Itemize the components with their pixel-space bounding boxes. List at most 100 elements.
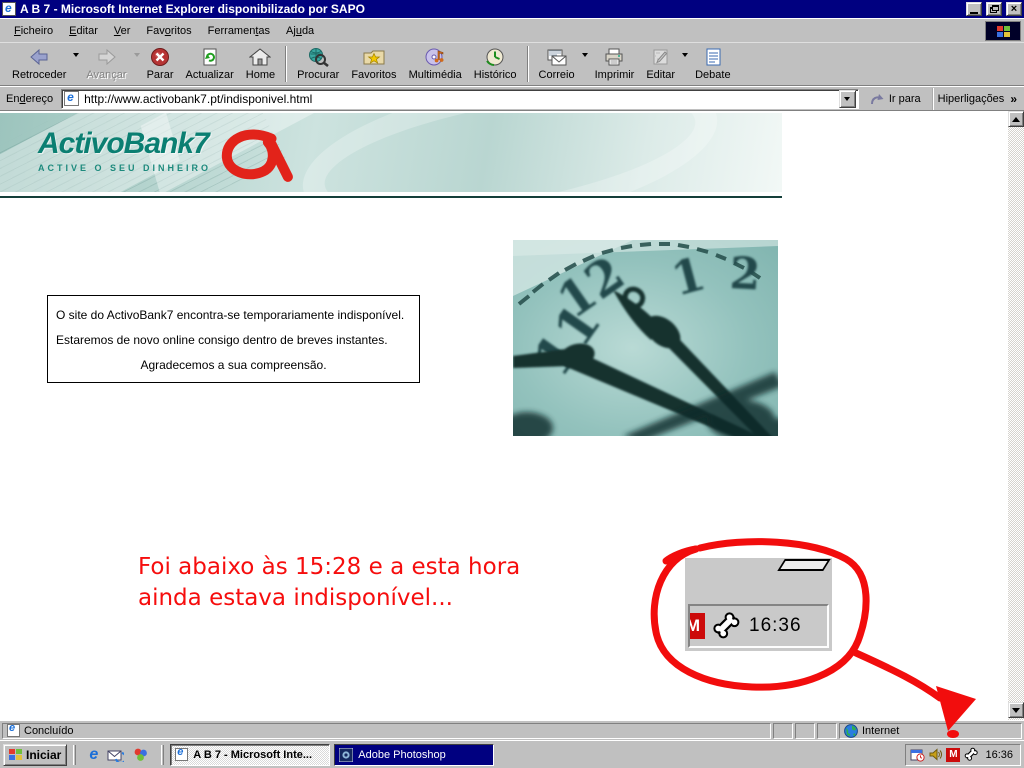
activobank-banner: ActivoBank7 ACTIVE O SEU DINHEIRO bbox=[0, 113, 782, 192]
notice-line-3: Agradecemos a sua compreensão. bbox=[140, 358, 327, 372]
standard-toolbar: Retroceder Avançar Parar Actualizar Home… bbox=[0, 42, 1024, 86]
quick-launch: e bbox=[82, 746, 155, 762]
stop-button[interactable]: Parar bbox=[141, 44, 180, 84]
go-icon bbox=[870, 93, 884, 104]
system-tray: M 16:36 bbox=[905, 743, 1021, 766]
status-pane bbox=[773, 722, 793, 739]
activobank-logo: ActivoBank7 ACTIVE O SEU DINHEIRO bbox=[38, 127, 297, 183]
page-icon: e bbox=[64, 90, 80, 106]
scroll-up-button[interactable] bbox=[1008, 111, 1024, 127]
forward-icon bbox=[98, 48, 116, 66]
task-button-photoshop[interactable]: Adobe Photoshop bbox=[334, 743, 495, 766]
pasted-tray-screenshot: M 16:36 bbox=[685, 558, 832, 651]
taskbar: Iniciar e e A B 7 - Microsoft Inte... Ad… bbox=[0, 740, 1024, 768]
edit-icon bbox=[653, 49, 668, 65]
task-scheduler-icon[interactable] bbox=[910, 748, 926, 762]
status-zone-pane: Internet bbox=[839, 722, 1022, 739]
brand-swoosh-icon bbox=[221, 129, 293, 182]
ie-quicklaunch-icon[interactable]: e bbox=[89, 746, 98, 762]
links-bar[interactable]: Hiperligações » bbox=[931, 87, 1021, 110]
menu-bar: Ficheiro Editar Ver Favoritos Ferramenta… bbox=[0, 18, 1024, 42]
menu-ver[interactable]: Ver bbox=[106, 21, 139, 41]
scroll-down-icon bbox=[1012, 707, 1020, 713]
close-button[interactable]: × bbox=[1006, 2, 1022, 16]
search-icon bbox=[309, 48, 330, 67]
discuss-button[interactable]: Debate bbox=[689, 44, 736, 84]
status-message-pane: e Concluído bbox=[2, 722, 771, 739]
msn-icon[interactable] bbox=[133, 747, 148, 762]
toolbar-separator bbox=[526, 46, 529, 82]
favorites-button[interactable]: Favoritos bbox=[345, 44, 402, 84]
notice-line-1: O site do ActivoBank7 encontra-se tempor… bbox=[56, 308, 405, 322]
screenshot-time: 16:36 bbox=[749, 615, 802, 636]
ie-document-icon: e bbox=[2, 1, 16, 16]
favorites-icon bbox=[363, 50, 385, 65]
photoshop-icon bbox=[339, 747, 354, 762]
mail-button[interactable]: Correio bbox=[533, 44, 581, 84]
address-bar: Endereço e http://www.activobank7.pt/ind… bbox=[0, 86, 1024, 111]
bone-tray-icon[interactable] bbox=[964, 747, 979, 762]
tray-clock: 16:36 bbox=[985, 748, 1013, 761]
edit-button[interactable]: Editar bbox=[640, 44, 681, 84]
taskbar-grip[interactable] bbox=[73, 744, 77, 765]
bone-icon bbox=[713, 612, 740, 639]
scroll-up-icon bbox=[1012, 116, 1020, 122]
antivirus-m-tray-icon[interactable]: M bbox=[946, 747, 961, 762]
menu-favoritos[interactable]: Favoritos bbox=[138, 21, 199, 41]
notice-line-2: Estaremos de novo online consigo dentro … bbox=[56, 333, 388, 347]
print-icon bbox=[605, 48, 623, 66]
history-button[interactable]: Histórico bbox=[468, 44, 523, 84]
vertical-scrollbar[interactable] bbox=[1008, 111, 1024, 720]
scroll-down-button[interactable] bbox=[1008, 702, 1024, 718]
start-button[interactable]: Iniciar bbox=[3, 743, 68, 766]
back-dropdown[interactable] bbox=[72, 53, 80, 57]
annotation-line-2: ainda estava indisponível... bbox=[138, 585, 453, 611]
antivirus-m-icon: M bbox=[690, 613, 705, 639]
print-button[interactable]: Imprimir bbox=[589, 44, 641, 84]
desktop: e A B 7 - Microsoft Internet Explorer di… bbox=[0, 0, 1024, 768]
address-label: Endereço bbox=[6, 92, 54, 105]
clock-photo: 11 12 1 2 bbox=[513, 240, 778, 436]
menu-editar[interactable]: Editar bbox=[61, 21, 106, 41]
annotation-line-1: Foi abaixo às 15:28 e a esta hora bbox=[138, 554, 521, 580]
media-button[interactable]: Multimédia bbox=[403, 44, 468, 84]
edit-dropdown[interactable] bbox=[681, 53, 689, 57]
status-pane bbox=[817, 722, 837, 739]
discuss-icon bbox=[706, 48, 721, 66]
home-button[interactable]: Home bbox=[240, 44, 281, 84]
media-icon bbox=[425, 48, 444, 66]
menu-ferramentas[interactable]: Ferramentas bbox=[200, 21, 278, 41]
forward-button[interactable]: Avançar bbox=[80, 44, 132, 84]
address-dropdown[interactable] bbox=[838, 89, 856, 108]
history-icon bbox=[486, 48, 504, 66]
address-input[interactable]: e http://www.activobank7.pt/indisponivel… bbox=[61, 88, 859, 109]
toolbar-separator bbox=[285, 46, 288, 82]
forward-dropdown[interactable] bbox=[133, 53, 141, 57]
go-button[interactable]: Ir para bbox=[864, 88, 927, 110]
svg-text:2: 2 bbox=[728, 248, 761, 301]
refresh-button[interactable]: Actualizar bbox=[179, 44, 239, 84]
mail-dropdown[interactable] bbox=[581, 53, 589, 57]
screenshot-tray: M 16:36 bbox=[688, 604, 829, 648]
task-button-ie[interactable]: e A B 7 - Microsoft Inte... bbox=[170, 743, 331, 766]
banner-swirl bbox=[291, 113, 729, 192]
volume-icon[interactable] bbox=[929, 748, 943, 761]
banner-divider bbox=[0, 196, 782, 198]
stop-icon bbox=[151, 48, 170, 66]
back-button[interactable]: Retroceder bbox=[6, 44, 72, 84]
search-button[interactable]: Procurar bbox=[291, 44, 345, 84]
brand-name: ActivoBank7 bbox=[38, 127, 210, 160]
brand-tagline: ACTIVE O SEU DINHEIRO bbox=[38, 163, 212, 173]
outlook-express-icon[interactable] bbox=[107, 748, 125, 762]
status-page-icon: e bbox=[7, 722, 20, 737]
menu-ficheiro[interactable]: Ficheiro bbox=[6, 21, 61, 41]
minimize-button[interactable] bbox=[966, 2, 982, 16]
red-annotation-text: Foi abaixo às 15:28 e a esta hora ainda … bbox=[138, 552, 520, 614]
status-bar: e Concluído Internet bbox=[0, 720, 1024, 740]
home-icon bbox=[249, 48, 272, 66]
window-titlebar[interactable]: e A B 7 - Microsoft Internet Explorer di… bbox=[0, 0, 1024, 18]
address-url: http://www.activobank7.pt/indisponivel.h… bbox=[84, 91, 313, 106]
menu-ajuda[interactable]: Ajuda bbox=[278, 21, 322, 41]
taskbar-grip[interactable] bbox=[161, 744, 165, 765]
restore-button[interactable] bbox=[986, 2, 1002, 16]
